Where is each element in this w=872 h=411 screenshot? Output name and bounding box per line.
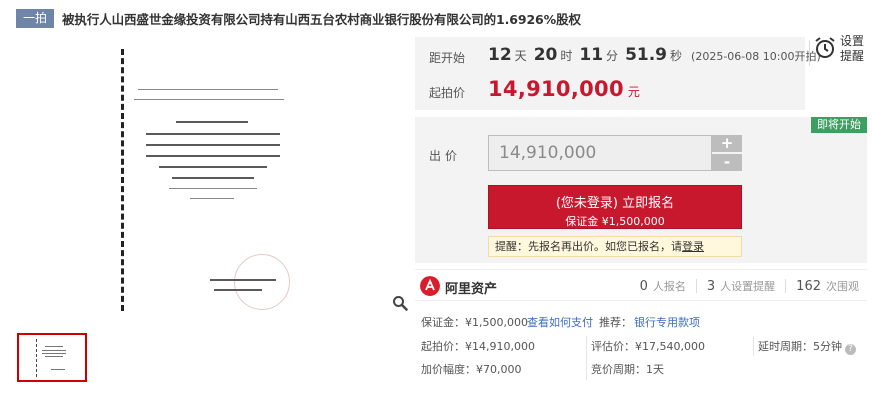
start-price-value: 14,910,000 元 (488, 77, 641, 101)
alarm-clock-icon (815, 37, 835, 58)
auction-round-badge: 一拍 (16, 8, 55, 28)
increment-detail: 加价幅度：¥70,000 (421, 363, 522, 376)
start-price-label: 起拍价 (429, 86, 466, 100)
delay-period: 延时周期：5分钟? (758, 338, 856, 355)
login-link[interactable]: 登录 (682, 240, 704, 253)
auction-summary: 距开始 12 天 20 时 11 分 51.9 秒 (2025-06-08 10:00开… (415, 37, 821, 110)
login-tip: 提醒：先报名再出价。如您已报名，请登录 (488, 236, 742, 257)
question-icon[interactable]: ? (845, 344, 856, 355)
increase-bid-button[interactable]: + (712, 135, 742, 152)
start-price-detail: 起拍价：¥14,910,000 (421, 340, 535, 353)
start-time: (2025-06-08 10:00开拍) (691, 50, 821, 63)
magnifier-icon[interactable] (392, 295, 408, 311)
bid-amount-input[interactable]: 14,910,000 (488, 135, 712, 171)
deposit-text: 保证金：¥1,500,000 (421, 316, 528, 329)
countdown-label: 距开始 (429, 51, 466, 65)
bid-cycle: 竞价周期：1天 (591, 363, 664, 376)
decrease-bid-button[interactable]: - (712, 154, 742, 171)
set-reminder-button[interactable]: 设置 提醒 (813, 34, 869, 66)
page-title-bar: 一拍 被执行人山西盛世金缘投资有限公司持有山西五台农村商业银行股份有限公司的1.… (16, 7, 581, 29)
organizer-row: 阿里资产 0 人报名 3 人设置提醒 162 次围观 (415, 269, 867, 301)
document-preview-image (121, 49, 313, 311)
recommend-label: 推荐： (599, 316, 632, 329)
image-thumbnail[interactable] (17, 333, 87, 382)
bid-stepper: + - (712, 135, 742, 171)
bid-panel: 即将开始 出价 14,910,000 + - (您未登录) 立即报名 保证金 ¥… (415, 117, 867, 263)
bid-label: 出价 (429, 149, 462, 163)
auction-stats: 0 人报名 3 人设置提醒 162 次围观 (639, 279, 859, 294)
ali-assets-logo-icon (420, 276, 440, 296)
organizer-name[interactable]: 阿里资产 (445, 278, 497, 297)
how-to-pay-link[interactable]: 查看如何支付 (527, 314, 593, 330)
bank-payment-link[interactable]: 银行专用款项 (634, 314, 700, 330)
page-title: 被执行人山西盛世金缘投资有限公司持有山西五台农村商业银行股份有限公司的1.692… (62, 11, 581, 27)
assess-price-detail: 评估价：¥17,540,000 (591, 340, 705, 353)
countdown-timer: 12 天 20 时 11 分 51.9 秒 (2025-06-08 10:00开拍) (488, 45, 821, 65)
main-image-viewer[interactable] (16, 37, 410, 317)
status-badge: 即将开始 (811, 117, 867, 133)
signup-button[interactable]: (您未登录) 立即报名 保证金 ¥1,500,000 (488, 185, 742, 229)
